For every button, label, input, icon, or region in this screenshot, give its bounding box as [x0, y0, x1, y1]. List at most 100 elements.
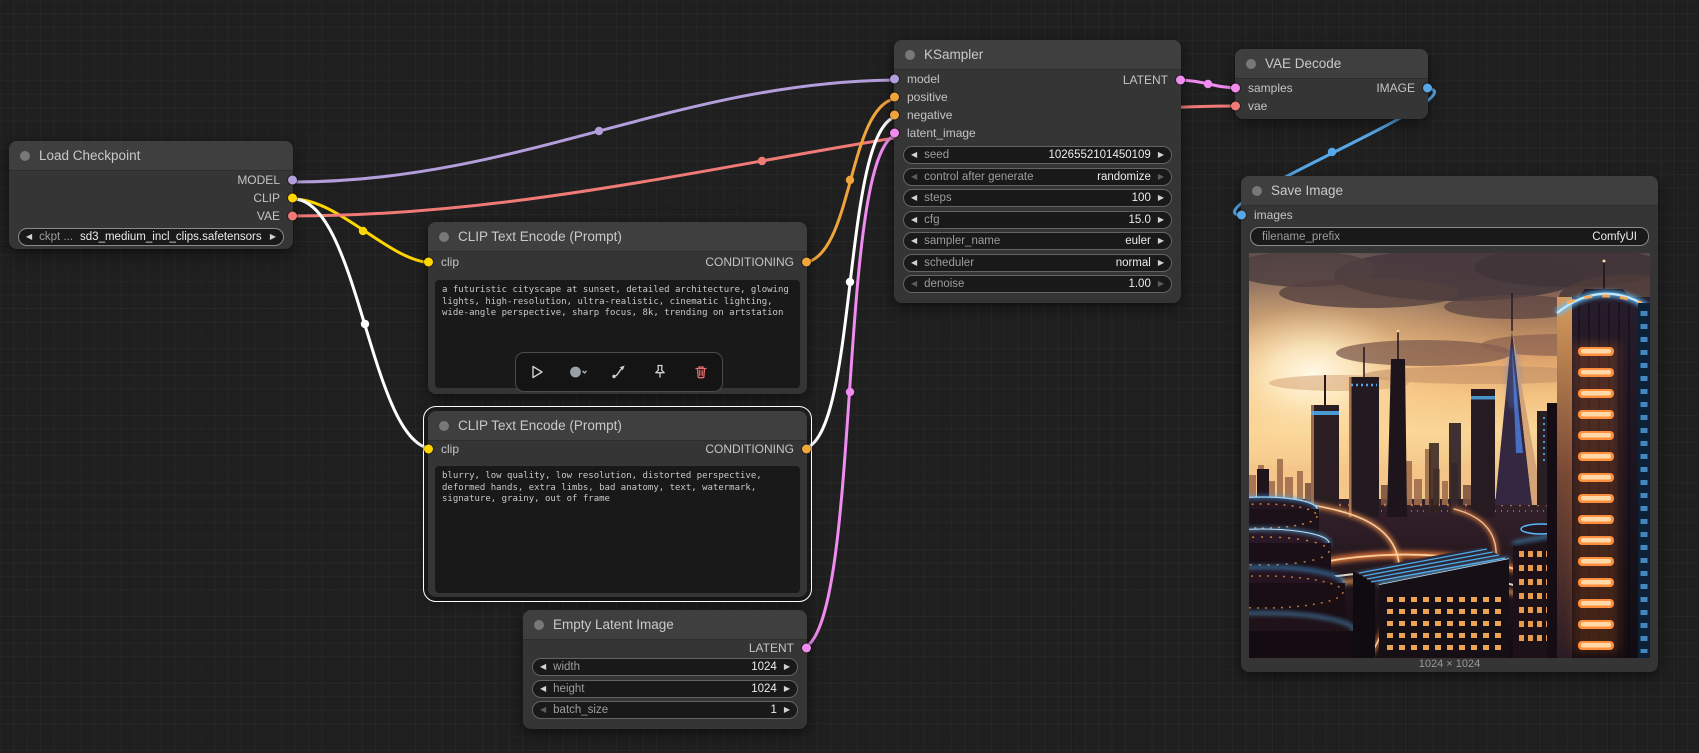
widget-value: sd3_medium_incl_clips.safetensors	[80, 231, 262, 243]
input-port-clip[interactable]	[424, 444, 433, 454]
port-label-clip: clip	[441, 442, 460, 456]
port-label-conditioning: CONDITIONING	[705, 442, 794, 456]
input-port-images[interactable]	[1237, 210, 1246, 220]
widget-next-icon[interactable]: ▶	[1158, 172, 1164, 181]
widget-steps[interactable]: ◀ steps 100 ▶	[903, 189, 1172, 207]
cityscape-artwork	[1249, 253, 1650, 658]
run-button[interactable]	[522, 359, 552, 385]
widget-prev-icon[interactable]: ◀	[911, 280, 917, 288]
input-port-latent-image[interactable]	[890, 128, 899, 138]
widget-denoise[interactable]: ◀ denoise 1.00 ▶	[903, 275, 1172, 293]
widget-label: height	[553, 682, 585, 695]
node-empty-latent-image[interactable]: Empty Latent Image LATENT ◀ width 1024 ▶…	[523, 610, 811, 729]
node-title-bar[interactable]: CLIP Text Encode (Prompt)	[428, 411, 807, 441]
input-port-positive[interactable]	[890, 92, 899, 102]
widget-next-icon[interactable]: ▶	[1158, 194, 1164, 202]
color-button[interactable]	[563, 359, 593, 385]
negative-prompt-textarea[interactable]: blurry, low quality, low resolution, dis…	[435, 466, 800, 593]
node-title-bar[interactable]: Load Checkpoint	[9, 141, 293, 171]
node-title-bar[interactable]: Save Image	[1241, 176, 1658, 206]
node-ksampler[interactable]: KSampler model positive negative latent_…	[890, 40, 1185, 303]
collapse-dot-icon[interactable]	[1246, 58, 1256, 69]
collapse-dot-icon[interactable]	[534, 619, 544, 630]
link-midpoint-dot	[594, 126, 604, 136]
widget-next-icon[interactable]: ▶	[1158, 237, 1164, 245]
node-title-bar[interactable]: KSampler	[894, 40, 1181, 70]
output-port-image[interactable]	[1423, 83, 1432, 93]
widget-label: filename_prefix	[1262, 230, 1340, 243]
output-port-conditioning[interactable]	[802, 257, 811, 267]
output-port-latent[interactable]	[1176, 75, 1185, 85]
port-label-model: model	[907, 72, 940, 86]
collapse-dot-icon[interactable]	[439, 231, 449, 242]
port-label-latent: LATENT	[748, 641, 794, 655]
widget-label: scheduler	[924, 256, 975, 269]
node-load-checkpoint[interactable]: Load Checkpoint MODEL CLIP VAE ◀ ckpt ..…	[9, 141, 297, 249]
widget-sampler-name[interactable]: ◀ sampler_name euler ▶	[903, 232, 1172, 250]
output-port-clip[interactable]	[288, 193, 297, 203]
node-title: KSampler	[924, 47, 984, 62]
widget-seed[interactable]: ◀ seed 1026552101450109 ▶	[903, 146, 1172, 164]
delete-button[interactable]	[686, 359, 716, 385]
widget-next-icon[interactable]: ▶	[270, 233, 276, 241]
input-port-negative[interactable]	[890, 110, 899, 120]
widget-prev-icon[interactable]: ◀	[911, 194, 917, 202]
port-label-latent-image: latent_image	[907, 126, 976, 140]
input-port-model[interactable]	[890, 74, 899, 84]
widget-next-icon[interactable]: ▶	[1158, 280, 1164, 288]
widget-prev-icon[interactable]: ◀	[911, 172, 917, 181]
widget-ckpt-name[interactable]: ◀ ckpt ... sd3_medium_incl_clips.safeten…	[18, 228, 284, 246]
node-title-bar[interactable]: CLIP Text Encode (Prompt)	[428, 222, 807, 252]
widget-label: cfg	[924, 213, 940, 226]
widget-filename-prefix[interactable]: filename_prefix ComfyUI	[1250, 227, 1649, 246]
widget-next-icon[interactable]: ▶	[784, 706, 790, 714]
reroute-button[interactable]	[604, 359, 634, 385]
widget-control-after-generate[interactable]: ◀ control after generate randomize ▶	[903, 167, 1172, 186]
node-graph-canvas[interactable]: Load Checkpoint MODEL CLIP VAE ◀ ckpt ..…	[0, 0, 1699, 753]
widget-value: 1024	[751, 661, 777, 673]
play-icon	[531, 365, 543, 379]
widget-prev-icon[interactable]: ◀	[911, 215, 917, 224]
widget-next-icon[interactable]: ▶	[1158, 151, 1164, 159]
widget-cfg[interactable]: ◀ cfg 15.0 ▶	[903, 210, 1172, 229]
collapse-dot-icon[interactable]	[20, 150, 30, 161]
widget-height[interactable]: ◀ height 1024 ▶	[532, 679, 798, 698]
widget-prev-icon[interactable]: ◀	[540, 706, 546, 714]
widget-value: ComfyUI	[1592, 230, 1637, 243]
delete-icon	[695, 366, 707, 379]
output-port-latent[interactable]	[802, 643, 811, 653]
widget-scheduler[interactable]: ◀ scheduler normal ▶	[903, 253, 1172, 272]
node-title: Save Image	[1271, 183, 1344, 198]
node-title-bar[interactable]: Empty Latent Image	[523, 610, 807, 640]
widget-prev-icon[interactable]: ◀	[911, 237, 917, 245]
output-port-conditioning[interactable]	[802, 444, 811, 454]
node-title: VAE Decode	[1265, 56, 1342, 71]
widget-batch-size[interactable]: ◀ batch_size 1 ▶	[532, 701, 798, 719]
input-port-samples[interactable]	[1231, 83, 1240, 93]
widget-prev-icon[interactable]: ◀	[911, 151, 917, 159]
widget-next-icon[interactable]: ▶	[784, 663, 790, 671]
node-clip-text-encode-positive[interactable]: CLIP Text Encode (Prompt) clip CONDITION…	[424, 222, 811, 394]
widget-prev-icon[interactable]: ◀	[911, 258, 917, 267]
collapse-dot-icon[interactable]	[439, 420, 449, 431]
port-label-images: images	[1254, 208, 1293, 222]
collapse-dot-icon[interactable]	[1252, 185, 1262, 196]
pin-button[interactable]	[645, 359, 675, 385]
node-save-image[interactable]: Save Image images filename_prefix ComfyU…	[1237, 176, 1658, 672]
widget-prev-icon[interactable]: ◀	[540, 684, 546, 693]
widget-prev-icon[interactable]: ◀	[26, 233, 32, 241]
widget-prev-icon[interactable]: ◀	[540, 663, 546, 671]
widget-next-icon[interactable]: ▶	[1158, 258, 1164, 267]
widget-next-icon[interactable]: ▶	[784, 684, 790, 693]
widget-width[interactable]: ◀ width 1024 ▶	[532, 658, 798, 676]
output-port-model[interactable]	[288, 175, 297, 185]
node-clip-text-encode-negative[interactable]: CLIP Text Encode (Prompt) clip CONDITION…	[423, 406, 812, 602]
node-title-bar[interactable]: VAE Decode	[1235, 49, 1428, 79]
input-port-vae[interactable]	[1231, 101, 1240, 111]
input-port-clip[interactable]	[424, 257, 433, 267]
collapse-dot-icon[interactable]	[905, 49, 915, 60]
output-port-vae[interactable]	[288, 211, 297, 221]
widget-next-icon[interactable]: ▶	[1158, 215, 1164, 224]
widget-value: 100	[1131, 192, 1151, 204]
node-vae-decode[interactable]: VAE Decode samples IMAGE vae	[1231, 49, 1432, 119]
